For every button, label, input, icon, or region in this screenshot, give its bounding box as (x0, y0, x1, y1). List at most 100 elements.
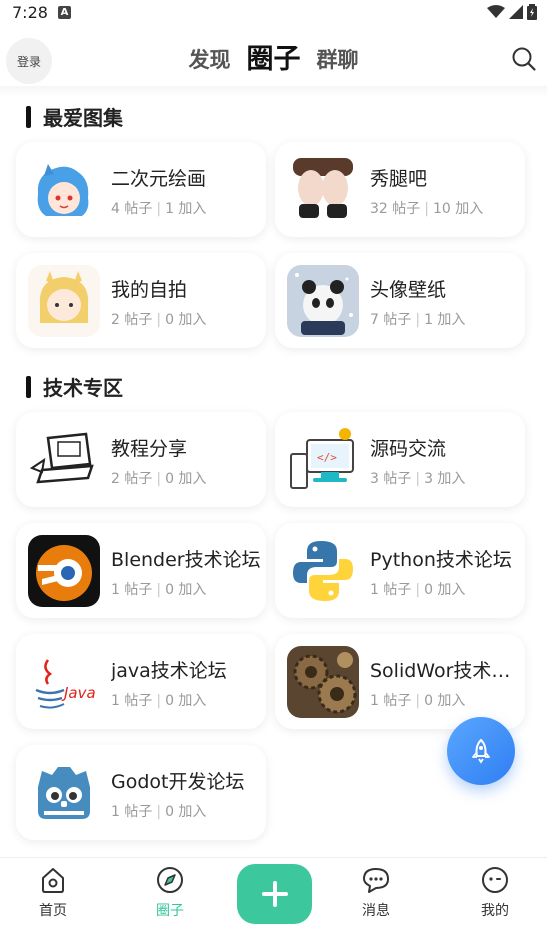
post-count: 1 帖子 (111, 804, 153, 820)
circle-card[interactable]: SolidWor技术论坛 1 帖子 | 0 加入 (275, 634, 525, 729)
post-count: 1 帖子 (370, 582, 412, 598)
circle-name: 源码交流 (370, 438, 447, 460)
nav-label: 消息 (362, 903, 390, 919)
circle-thumbnail (28, 424, 100, 496)
circle-name: 秀腿吧 (370, 168, 428, 190)
nav-label: 我的 (481, 903, 509, 919)
circle-stats: 4 帖子 | 1 加入 (111, 201, 207, 217)
home-icon (42, 868, 64, 893)
post-count: 2 帖子 (111, 312, 153, 328)
circle-name: 二次元绘画 (111, 168, 207, 190)
post-count: 3 帖子 (370, 471, 412, 487)
post-count: 7 帖子 (370, 312, 412, 328)
post-count: 4 帖子 (111, 201, 153, 217)
circle-card[interactable]: 我的自拍 2 帖子 | 0 加入 (16, 253, 266, 348)
post-count: 1 帖子 (111, 693, 153, 709)
nav-home[interactable]: 首页 (18, 866, 88, 920)
circle-name: Python技术论坛 (370, 549, 512, 571)
search-icon[interactable] (511, 46, 537, 72)
circle-thumbnail (287, 646, 359, 718)
tab-discover[interactable]: 发现 (189, 44, 231, 86)
join-count: 0 加入 (165, 582, 207, 598)
circle-card[interactable]: 二次元绘画 4 帖子 | 1 加入 (16, 142, 266, 237)
notification-badge-icon: A (57, 5, 71, 19)
circle-name: 我的自拍 (111, 279, 188, 301)
join-count: 10 加入 (432, 201, 484, 217)
join-count: 0 加入 (165, 471, 207, 487)
join-count: 1 加入 (424, 312, 466, 328)
top-tabs: 发现 圈子 群聊 (0, 34, 547, 86)
circle-stats: 1 帖子 | 0 加入 (111, 582, 207, 598)
section-title-favorites: 最爱图集 (26, 102, 123, 131)
circle-thumbnail (28, 757, 100, 829)
battery-icon (527, 4, 537, 20)
plus-icon (261, 881, 288, 907)
chat-icon (363, 868, 389, 893)
circle-card[interactable]: Blender技术论坛 1 帖子 | 0 加入 (16, 523, 266, 618)
post-count: 1 帖子 (111, 582, 153, 598)
join-count: 0 加入 (424, 582, 466, 598)
join-count: 0 加入 (165, 804, 207, 820)
profile-icon (482, 867, 508, 893)
circle-card[interactable]: 教程分享 2 帖子 | 0 加入 (16, 412, 266, 507)
create-post-fab[interactable] (447, 717, 515, 785)
section-title-text: 最爱图集 (43, 106, 123, 130)
circle-card[interactable]: Godot开发论坛 1 帖子 | 0 加入 (16, 745, 266, 840)
nav-profile[interactable]: 我的 (460, 866, 530, 920)
join-count: 1 加入 (165, 201, 207, 217)
circle-thumbnail (28, 265, 100, 337)
circle-stats: 2 帖子 | 0 加入 (111, 471, 207, 487)
post-count: 32 帖子 (370, 201, 421, 217)
status-bar: 7:28 A (0, 0, 547, 24)
post-count: 1 帖子 (370, 693, 412, 709)
circle-thumbnail: </> (287, 424, 359, 496)
section-marker (26, 375, 31, 398)
join-count: 0 加入 (424, 693, 466, 709)
section-title-tech: 技术专区 (26, 372, 123, 401)
circle-stats: 1 帖子 | 0 加入 (111, 693, 207, 709)
circle-thumbnail: Java (28, 646, 100, 718)
tab-circles[interactable]: 圈子 (247, 37, 301, 86)
circle-name: java技术论坛 (111, 660, 227, 682)
circle-stats: 32 帖子 | 10 加入 (370, 201, 484, 217)
circle-stats: 7 帖子 | 1 加入 (370, 312, 466, 328)
nav-label: 圈子 (156, 903, 184, 919)
circle-name: Godot开发论坛 (111, 771, 245, 793)
bottom-nav: 首页 圈子 消息 我的 (0, 857, 547, 928)
circle-card[interactable]: 头像壁纸 7 帖子 | 1 加入 (275, 253, 525, 348)
circle-card[interactable]: 秀腿吧 32 帖子 | 10 加入 (275, 142, 525, 237)
circle-card[interactable]: Java java技术论坛 1 帖子 | 0 加入 (16, 634, 266, 729)
circle-stats: 2 帖子 | 0 加入 (111, 312, 207, 328)
circle-thumbnail (287, 535, 359, 607)
nav-messages[interactable]: 消息 (341, 866, 411, 920)
signal-icon (509, 5, 523, 19)
top-bar: 登录 发现 圈子 群聊 (0, 34, 547, 86)
svg-text:</>: </> (317, 451, 337, 464)
tab-group-chat[interactable]: 群聊 (317, 44, 359, 86)
join-count: 0 加入 (165, 312, 207, 328)
circle-thumbnail (28, 535, 100, 607)
circle-thumbnail (28, 154, 100, 226)
circle-thumbnail (287, 265, 359, 337)
circle-stats: 1 帖子 | 0 加入 (370, 693, 466, 709)
rocket-icon (472, 739, 490, 764)
circle-stats: 3 帖子 | 3 加入 (370, 471, 466, 487)
nav-circles[interactable]: 圈子 (135, 866, 205, 920)
java-logo-text: Java (61, 684, 96, 702)
scroll-fade (0, 86, 547, 98)
circle-card[interactable]: </> 源码交流 3 帖子 | 3 加入 (275, 412, 525, 507)
wifi-icon (487, 5, 505, 18)
section-title-text: 技术专区 (43, 376, 123, 400)
circle-name: 头像壁纸 (370, 279, 447, 301)
circle-name: 教程分享 (111, 438, 188, 460)
section-marker (26, 105, 31, 128)
circle-name: Blender技术论坛 (111, 549, 261, 571)
post-count: 2 帖子 (111, 471, 153, 487)
join-count: 3 加入 (424, 471, 466, 487)
circle-card[interactable]: Python技术论坛 1 帖子 | 0 加入 (275, 523, 525, 618)
circle-thumbnail (287, 154, 359, 226)
circle-stats: 1 帖子 | 0 加入 (370, 582, 466, 598)
compass-icon (157, 867, 183, 893)
add-button[interactable] (237, 864, 312, 924)
circle-name: SolidWor技术论坛 (370, 660, 520, 682)
